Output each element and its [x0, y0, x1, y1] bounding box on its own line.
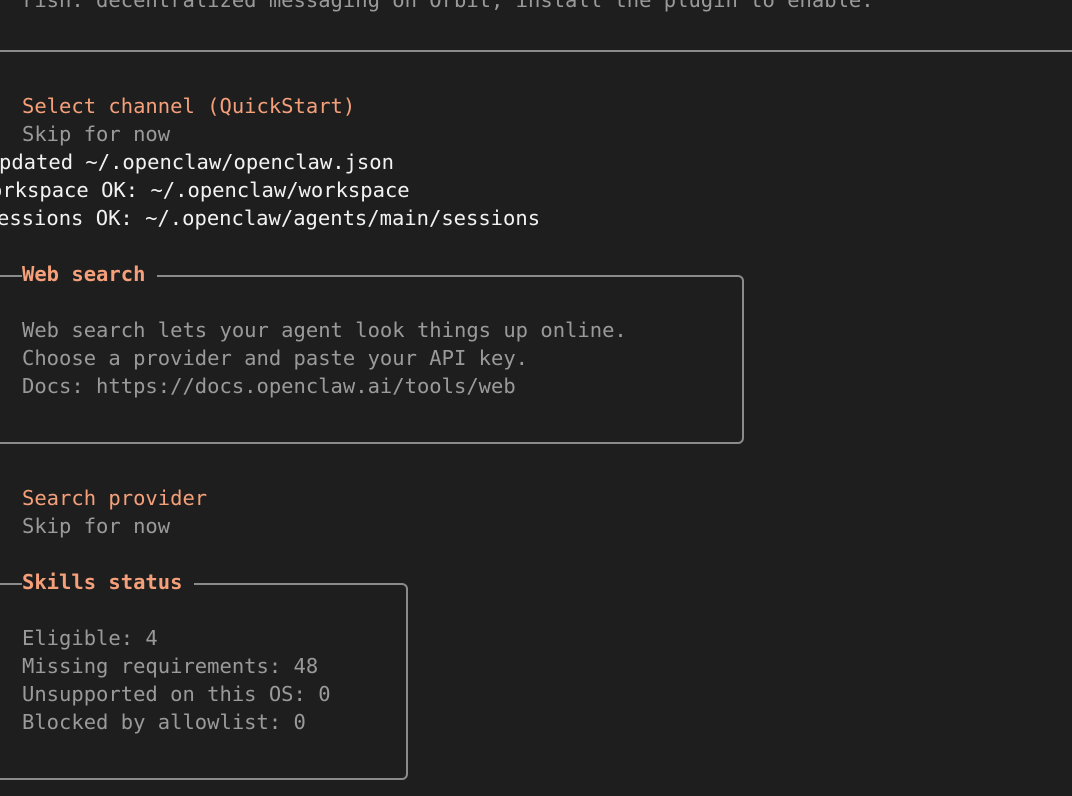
- search-provider-choice: Skip for now: [22, 514, 171, 538]
- previous-output-line: rish: decentralized messaging on Orbit, …: [22, 0, 874, 12]
- search-provider-prompt: Search provider: [22, 486, 208, 510]
- web-search-title: Web search: [22, 260, 158, 288]
- web-search-docs-link[interactable]: Docs: https://docs.openclaw.ai/tools/web: [22, 372, 516, 400]
- workspace-ok-log: orkspace OK: ~/.openclaw/workspace: [0, 178, 410, 202]
- config-updated-log: pdated ~/.openclaw/openclaw.json: [0, 150, 394, 174]
- skills-unsupported-count: Unsupported on this OS: 0: [22, 682, 331, 706]
- web-search-description: Web search lets your agent look things u…: [22, 318, 627, 342]
- skills-missing-requirements-count: Missing requirements: 48: [22, 654, 319, 678]
- skills-status-title: Skills status: [22, 568, 195, 596]
- skills-blocked-count: Blocked by allowlist: 0: [22, 710, 306, 734]
- sessions-ok-log: essions OK: ~/.openclaw/agents/main/sess…: [0, 206, 541, 230]
- channel-select-choice: Skip for now: [22, 122, 171, 146]
- web-search-instruction: Choose a provider and paste your API key…: [22, 346, 529, 370]
- section-divider: [0, 50, 1072, 52]
- channel-select-prompt: Select channel (QuickStart): [22, 94, 356, 118]
- skills-eligible-count: Eligible: 4: [22, 626, 158, 650]
